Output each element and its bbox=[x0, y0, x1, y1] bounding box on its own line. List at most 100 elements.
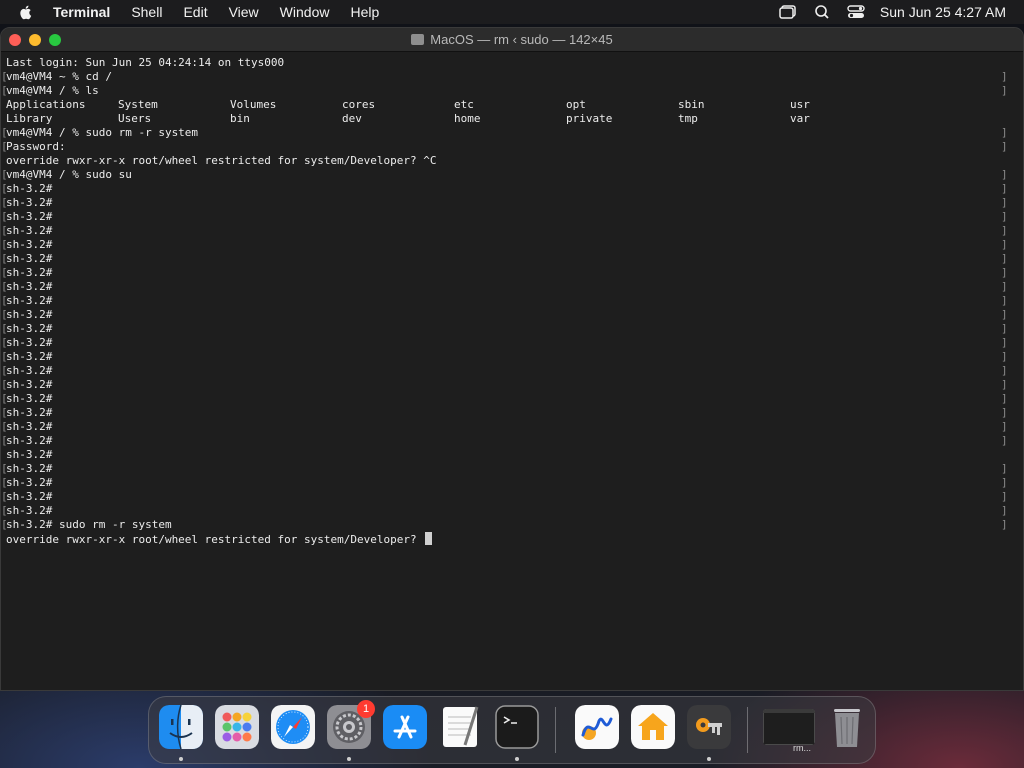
mark-bracket-left: [ bbox=[1, 518, 8, 531]
terminal-line-text: sh-3.2# bbox=[6, 504, 53, 517]
menu-app-name[interactable]: Terminal bbox=[53, 0, 110, 24]
terminal-line: vm4@VM4 / % sudo su[] bbox=[1, 168, 1023, 182]
terminal-line: sh-3.2#[] bbox=[1, 434, 1023, 448]
menu-clock[interactable]: Sun Jun 25 4:27 AM bbox=[880, 4, 1006, 20]
mark-bracket-left: [ bbox=[1, 70, 8, 83]
mark-bracket-left: [ bbox=[1, 294, 8, 307]
mark-bracket-left: [ bbox=[1, 420, 8, 433]
terminal-line: sh-3.2#[] bbox=[1, 350, 1023, 364]
finder-icon[interactable] bbox=[159, 705, 203, 749]
terminal-line: sh-3.2#[] bbox=[1, 336, 1023, 350]
dock-separator bbox=[747, 707, 748, 753]
freeform-icon[interactable] bbox=[575, 705, 619, 749]
dock: 1 rm... bbox=[148, 696, 876, 764]
terminal-line-text: sh-3.2# bbox=[6, 238, 53, 251]
terminal-line: sh-3.2#[] bbox=[1, 406, 1023, 420]
terminal-line-text: sh-3.2# bbox=[6, 448, 53, 461]
terminal-line: sh-3.2#[] bbox=[1, 266, 1023, 280]
mark-bracket-right: ] bbox=[1001, 294, 1008, 307]
terminal-line-text: sh-3.2# bbox=[6, 378, 53, 391]
home-icon[interactable] bbox=[631, 705, 675, 749]
terminal-line-text: vm4@VM4 / % sudo rm -r system bbox=[6, 126, 199, 139]
ls-entry: Users bbox=[118, 112, 152, 125]
mark-bracket-left: [ bbox=[1, 490, 8, 503]
mark-bracket-right: ] bbox=[1001, 476, 1008, 489]
mark-bracket-right: ] bbox=[1001, 392, 1008, 405]
terminal-line-text: sh-3.2# bbox=[6, 490, 53, 503]
mark-bracket-right: ] bbox=[1001, 196, 1008, 209]
terminal-line-text: sh-3.2# bbox=[6, 280, 53, 293]
terminal-line-text: sh-3.2# bbox=[6, 210, 53, 223]
terminal-line-text: sh-3.2# bbox=[6, 252, 53, 265]
ls-entry: sbin bbox=[678, 98, 705, 111]
terminal-line-text: sh-3.2# bbox=[6, 196, 53, 209]
ls-entry: opt bbox=[566, 98, 586, 111]
keychain-running-indicator bbox=[707, 757, 711, 761]
terminal-line: override rwxr-xr-x root/wheel restricted… bbox=[6, 532, 1023, 546]
mark-bracket-left: [ bbox=[1, 182, 8, 195]
ls-entry: var bbox=[790, 112, 810, 125]
window-titlebar[interactable]: MacOS — rm ‹ sudo — 142×45 bbox=[1, 28, 1023, 52]
apple-icon[interactable] bbox=[17, 3, 35, 21]
ls-entry: bin bbox=[230, 112, 250, 125]
launchpad-icon[interactable] bbox=[215, 705, 259, 749]
mark-bracket-left: [ bbox=[1, 84, 8, 97]
mark-bracket-left: [ bbox=[1, 462, 8, 475]
terminal-line-text: sh-3.2# bbox=[6, 182, 53, 195]
terminal-line-text: sh-3.2# bbox=[6, 420, 53, 433]
menu-help[interactable]: Help bbox=[350, 0, 379, 24]
mark-bracket-left: [ bbox=[1, 350, 8, 363]
minimized-window-label: rm... bbox=[793, 743, 811, 753]
terminal-line: sh-3.2#[] bbox=[1, 392, 1023, 406]
trash-icon[interactable] bbox=[825, 705, 869, 749]
safari-icon[interactable] bbox=[271, 705, 315, 749]
textedit-icon[interactable] bbox=[439, 705, 483, 749]
terminal-line: sh-3.2#[] bbox=[1, 224, 1023, 238]
mark-bracket-left: [ bbox=[1, 238, 8, 251]
menu-edit[interactable]: Edit bbox=[183, 0, 207, 24]
mark-bracket-left: [ bbox=[1, 168, 8, 181]
window-switcher-icon[interactable] bbox=[778, 4, 798, 20]
mark-bracket-left: [ bbox=[1, 364, 8, 377]
terminal-line-text: sh-3.2# bbox=[6, 364, 53, 377]
notification-badge: 1 bbox=[357, 700, 375, 718]
terminal-icon[interactable] bbox=[495, 705, 539, 749]
terminal-line: sh-3.2#[] bbox=[1, 196, 1023, 210]
terminal-line-text: sh-3.2# bbox=[6, 336, 53, 349]
finder-running-indicator bbox=[179, 757, 183, 761]
terminal-line-text: sh-3.2# bbox=[6, 476, 53, 489]
text-cursor bbox=[425, 532, 433, 545]
mark-bracket-left: [ bbox=[1, 140, 8, 153]
minimized-window-thumbnail[interactable] bbox=[763, 709, 815, 745]
mark-bracket-left: [ bbox=[1, 266, 8, 279]
menu-view[interactable]: View bbox=[229, 0, 259, 24]
keychain-access-icon[interactable] bbox=[687, 705, 731, 749]
menu-bar: Terminal Shell Edit View Window Help Sun… bbox=[0, 0, 1024, 24]
mark-bracket-right: ] bbox=[1001, 434, 1008, 447]
terminal-line: sh-3.2#[] bbox=[1, 504, 1023, 518]
app-store-icon[interactable] bbox=[383, 705, 427, 749]
menu-shell[interactable]: Shell bbox=[131, 0, 162, 24]
mark-bracket-right: ] bbox=[1001, 168, 1008, 181]
terminal-line: vm4@VM4 ~ % cd /[] bbox=[1, 70, 1023, 84]
mark-bracket-left: [ bbox=[1, 336, 8, 349]
terminal-output[interactable]: Last login: Sun Jun 25 04:24:14 on ttys0… bbox=[1, 56, 1023, 546]
terminal-ls-row: Applications System Volumes cores etc opt sbin… bbox=[6, 98, 1023, 112]
terminal-line-text: vm4@VM4 / % sudo su bbox=[6, 168, 132, 181]
terminal-line: sh-3.2#[] bbox=[1, 210, 1023, 224]
mark-bracket-right: ] bbox=[1001, 224, 1008, 237]
terminal-line: sh-3.2#[] bbox=[1, 252, 1023, 266]
mark-bracket-right: ] bbox=[1001, 238, 1008, 251]
mark-bracket-right: ] bbox=[1001, 140, 1008, 153]
terminal-line-text: vm4@VM4 ~ % cd / bbox=[6, 70, 112, 83]
control-center-icon[interactable] bbox=[846, 4, 866, 20]
mark-bracket-left: [ bbox=[1, 126, 8, 139]
spotlight-search-icon[interactable] bbox=[812, 4, 832, 20]
mark-bracket-right: ] bbox=[1001, 126, 1008, 139]
mark-bracket-left: [ bbox=[1, 252, 8, 265]
terminal-line-text: sh-3.2# bbox=[6, 322, 53, 335]
dock-separator bbox=[555, 707, 556, 753]
ls-entry: dev bbox=[342, 112, 362, 125]
ls-entry: tmp bbox=[678, 112, 698, 125]
menu-window[interactable]: Window bbox=[280, 0, 330, 24]
